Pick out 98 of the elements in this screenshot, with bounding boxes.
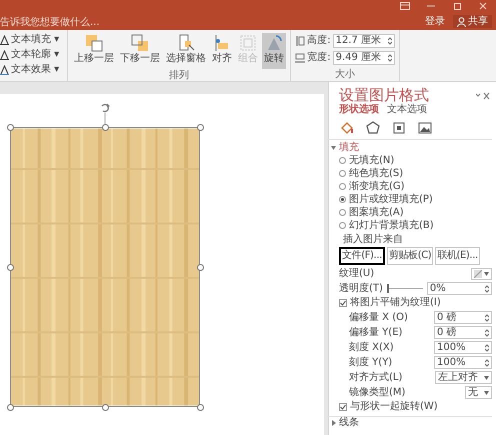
resize-handle[interactable] — [7, 124, 14, 131]
close-icon[interactable] — [478, 2, 488, 10]
caret-icon — [484, 376, 489, 380]
check-icon — [340, 300, 346, 306]
option-label: 纯色填充(S) — [349, 168, 404, 180]
section-label: 插入图片来自 — [343, 234, 404, 246]
radio-button[interactable] — [339, 209, 346, 216]
texture-dropdown[interactable] — [471, 268, 492, 280]
height-icon — [295, 36, 306, 46]
radio-button[interactable] — [339, 222, 346, 229]
field-label: 偏移量 X (O) — [349, 312, 408, 324]
field-label: 纹理(U) — [339, 268, 374, 280]
field-label: 高度: — [307, 35, 331, 47]
size-grid-icon[interactable] — [392, 121, 406, 135]
resize-handle[interactable] — [102, 124, 109, 131]
radio-button[interactable] — [339, 196, 346, 203]
radio-button[interactable] — [339, 170, 346, 177]
spinner-icon — [388, 54, 392, 62]
section-header[interactable]: 线条 — [339, 417, 359, 429]
restore-icon[interactable] — [452, 2, 462, 10]
option-label: 无填充(N) — [349, 154, 394, 166]
checkbox[interactable] — [339, 299, 347, 307]
spinner-icon — [485, 328, 489, 336]
field-label: 对齐方式(L) — [349, 372, 402, 384]
field-label: 镜像类型(M) — [349, 386, 406, 398]
dropdown[interactable]: 左上对齐 — [435, 371, 492, 384]
option-label: 渐变填充(G) — [349, 180, 405, 192]
spin-field[interactable]: 100% — [434, 341, 492, 354]
text-format-button[interactable]: 文本轮廓 ▾ — [0, 49, 60, 61]
ribbon-button[interactable]: 旋转 — [262, 33, 286, 69]
checkbox-label: 与形状一起旋转(W) — [350, 401, 438, 413]
option-label: 图案填充(A) — [349, 206, 404, 218]
check-icon — [340, 404, 346, 410]
pane-tab[interactable]: 文本选项 — [387, 104, 427, 116]
field-label: 偏移量 Y(E) — [349, 326, 402, 338]
insert-button[interactable]: 剪贴板(C) — [386, 247, 434, 265]
sign-in-link[interactable]: 登录 — [425, 16, 445, 28]
field-label: 刻度 X(X) — [349, 342, 394, 354]
radio-button[interactable] — [339, 183, 346, 190]
spinner-icon — [485, 314, 489, 322]
spin-field[interactable]: 0 磅 — [434, 326, 492, 339]
spinner-icon — [388, 37, 392, 45]
field-label: 刻度 Y(Y) — [349, 356, 392, 368]
text-format-button[interactable]: 文本填充 ▾ — [0, 34, 60, 46]
field-label: 宽度: — [307, 52, 331, 64]
spinner-icon — [485, 284, 489, 292]
spinner-icon — [485, 344, 489, 352]
person-icon — [457, 16, 466, 26]
image-icon[interactable] — [418, 121, 432, 135]
caret-icon — [484, 390, 489, 394]
ribbon-button[interactable]: 上移一层 — [72, 33, 116, 69]
radio-button[interactable] — [339, 157, 346, 164]
resize-handle[interactable] — [102, 404, 109, 411]
text-effects-icon — [0, 65, 9, 75]
checkbox-label: 将图片平铺为纹理(I) — [350, 297, 441, 309]
caret-icon — [484, 272, 489, 276]
pane-title: 设置图片格式 — [339, 86, 429, 104]
fill-bucket-icon[interactable] — [340, 121, 354, 135]
ribbon-button[interactable]: 对齐 — [210, 33, 234, 69]
group-label: 排列 — [169, 70, 190, 82]
section-header[interactable]: 填充 — [339, 142, 359, 154]
pentagon-icon[interactable] — [366, 121, 380, 135]
resize-handle[interactable] — [197, 404, 204, 411]
dropdown[interactable]: 无 — [465, 386, 492, 399]
tell-me-field[interactable]: 告诉我您想要做什么... — [0, 17, 100, 28]
width-icon — [295, 53, 306, 63]
group-icon — [238, 33, 258, 53]
ribbon-button[interactable]: 下移一层 — [118, 33, 162, 69]
bring-forward-icon — [84, 33, 104, 53]
insert-button[interactable]: 联机(E)... — [435, 247, 480, 265]
text-outline-icon — [0, 50, 9, 60]
option-label: 幻灯片背景填充(B) — [349, 220, 434, 232]
size-field[interactable]: 12.7 厘米 — [332, 34, 395, 48]
group-label: 大小 — [334, 69, 355, 81]
text-format-button[interactable]: 文本效果 ▾ — [0, 64, 60, 76]
slider-thumb[interactable] — [386, 284, 389, 293]
ribbon-display-icon[interactable] — [400, 2, 410, 10]
close-icon[interactable] — [476, 92, 490, 100]
resize-handle[interactable] — [197, 124, 204, 131]
spinner-icon — [485, 358, 489, 366]
size-field[interactable]: 9.49 厘米 — [332, 51, 395, 65]
resize-handle[interactable] — [7, 404, 14, 411]
spin-field[interactable]: 0 磅 — [434, 311, 492, 324]
send-backward-icon — [130, 33, 150, 53]
text-fill-icon — [0, 35, 9, 45]
spin-field[interactable]: 100% — [434, 356, 492, 369]
percent-field[interactable]: 0% — [426, 282, 492, 295]
insert-button[interactable]: 文件(F)... — [339, 247, 385, 265]
ribbon-button[interactable]: 选择窗格 — [164, 33, 208, 69]
share-button[interactable]: 共享 — [453, 15, 492, 28]
texture-swatch-icon — [474, 270, 482, 278]
resize-handle[interactable] — [197, 264, 204, 271]
field-label: 透明度(T) — [339, 282, 383, 294]
resize-handle[interactable] — [7, 264, 14, 271]
option-label: 图片或纹理填充(P) — [349, 194, 433, 206]
rotate-handle-icon[interactable] — [99, 102, 111, 124]
checkbox[interactable] — [339, 403, 347, 411]
pane-tab[interactable]: 形状选项 — [339, 104, 379, 116]
